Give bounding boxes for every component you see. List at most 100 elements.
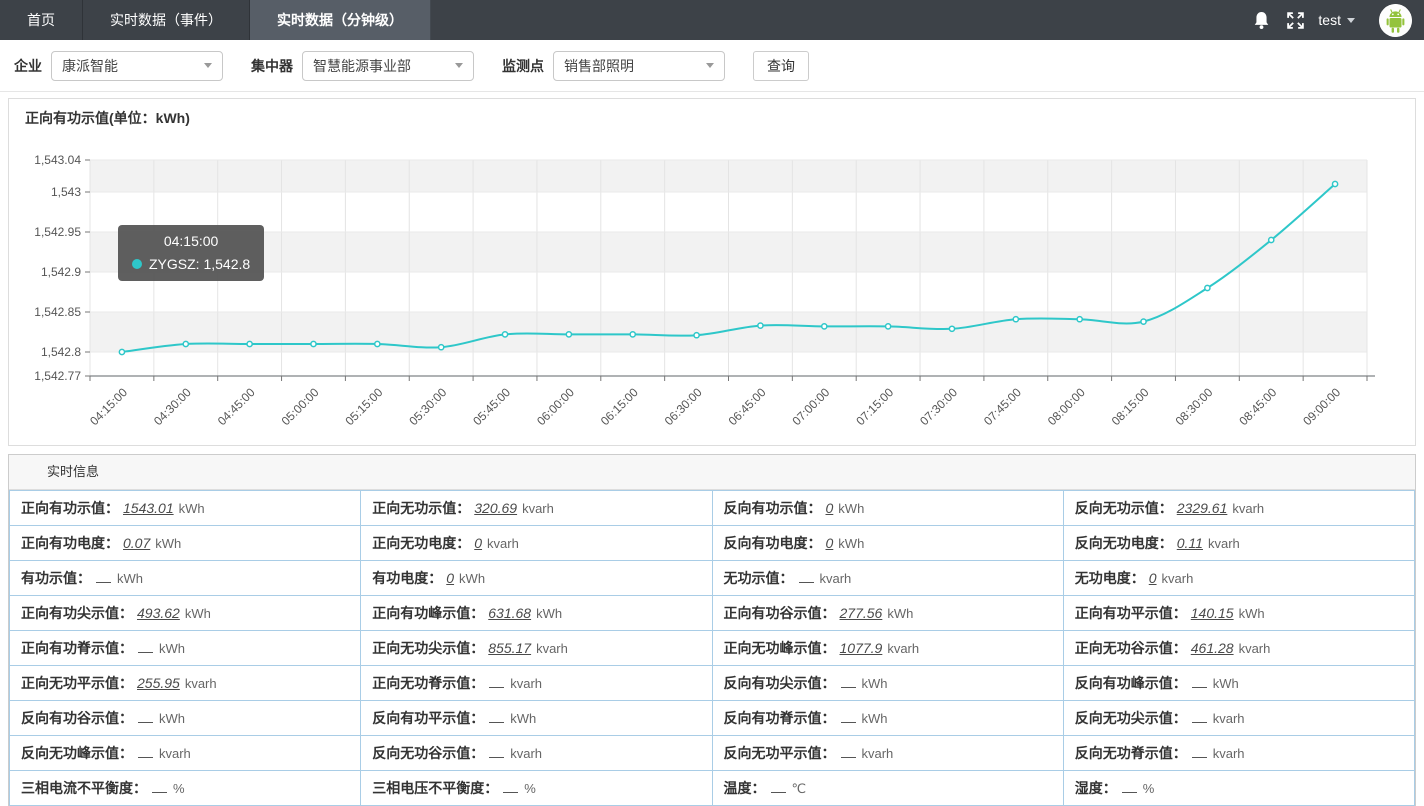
- cell-label: 正向有功示值：: [21, 500, 119, 516]
- data-point[interactable]: [1013, 317, 1018, 322]
- data-point[interactable]: [886, 324, 891, 329]
- data-point[interactable]: [630, 332, 635, 337]
- empty-value: [503, 783, 518, 793]
- cell-unit: kWh: [1213, 676, 1239, 691]
- data-point[interactable]: [758, 323, 763, 328]
- cell-value[interactable]: 0: [474, 535, 482, 551]
- info-cell: 无功电度：0kvarh: [1063, 561, 1414, 596]
- cell-value[interactable]: 0.11: [1177, 535, 1203, 551]
- data-point[interactable]: [311, 341, 316, 346]
- cell-unit: kWh: [159, 641, 185, 656]
- data-point[interactable]: [247, 341, 252, 346]
- data-point[interactable]: [1077, 317, 1082, 322]
- cell-value[interactable]: 0: [1149, 570, 1157, 586]
- info-cell: 反向无功电度：0.11kvarh: [1063, 526, 1414, 561]
- cell-label: 正向有功谷示值：: [724, 605, 836, 621]
- user-menu[interactable]: test: [1318, 12, 1355, 28]
- table-row: 反向无功峰示值：kvarh反向无功谷示值：kvarh反向无功平示值：kvarh反…: [10, 736, 1415, 771]
- data-point[interactable]: [1141, 319, 1146, 324]
- cell-value[interactable]: 631.68: [488, 605, 531, 621]
- notifications-button[interactable]: [1244, 0, 1278, 40]
- caret-down-icon: [204, 63, 212, 68]
- info-cell: 反向有功电度：0kWh: [712, 526, 1063, 561]
- data-point[interactable]: [566, 332, 571, 337]
- empty-value: [799, 573, 814, 583]
- x-axis-label: 06:30:00: [662, 385, 705, 428]
- cell-unit: kWh: [536, 606, 562, 621]
- cell-unit: %: [173, 781, 185, 796]
- cell-unit: kvarh: [1162, 571, 1194, 586]
- data-point[interactable]: [1205, 285, 1210, 290]
- info-cell: 正向有功示值：1543.01 kWh: [10, 491, 361, 526]
- y-axis-label: 1,542.9: [41, 265, 81, 279]
- filter-select-1[interactable]: 智慧能源事业部: [302, 51, 474, 81]
- nav-tab-0[interactable]: 首页: [0, 0, 83, 40]
- nav-tab-1[interactable]: 实时数据（事件）: [83, 0, 250, 40]
- table-row: 正向有功示值：1543.01 kWh 正向无功示值：320.69kvarh 反向有功示…: [10, 491, 1415, 526]
- data-point[interactable]: [439, 345, 444, 350]
- cell-value[interactable]: 855.17: [488, 640, 531, 656]
- cell-label: 反向无功峰示值：: [21, 745, 133, 761]
- info-cell: 正向无功峰示值：1077.9kvarh: [712, 631, 1063, 666]
- data-point[interactable]: [1269, 237, 1274, 242]
- cell-label: 反向有功谷示值：: [21, 710, 133, 726]
- filter-label-2: 监测点: [502, 56, 544, 76]
- avatar[interactable]: [1379, 4, 1412, 37]
- data-point[interactable]: [822, 324, 827, 329]
- data-point[interactable]: [119, 349, 124, 354]
- cell-value[interactable]: 320.69: [474, 500, 517, 516]
- info-cell: 湿度：%: [1063, 771, 1414, 806]
- cell-unit: kWh: [179, 501, 205, 516]
- cell-value[interactable]: 1543.01: [123, 500, 174, 516]
- table-row: 正向有功尖示值：493.62kWh正向有功峰示值：631.68kWh正向有功谷示…: [10, 596, 1415, 631]
- table-row: 正向有功脊示值：kWh正向无功尖示值：855.17kvarh正向无功峰示值：10…: [10, 631, 1415, 666]
- filter-select-0[interactable]: 康派智能: [51, 51, 223, 81]
- cell-unit: kWh: [862, 711, 888, 726]
- filter-bar: 企业康派智能集中器智慧能源事业部监测点销售部照明 查询: [0, 40, 1424, 92]
- info-cell: 反向无功尖示值：kvarh: [1063, 701, 1414, 736]
- data-point[interactable]: [183, 341, 188, 346]
- chart-panel: 正向有功示值(单位：kWh) 1,542.771,542.81,542.851,…: [8, 98, 1416, 446]
- cell-value[interactable]: 461.28: [1191, 640, 1234, 656]
- cell-label: 正向无功平示值：: [21, 675, 133, 691]
- filter-label-0: 企业: [14, 56, 42, 76]
- data-point[interactable]: [949, 326, 954, 331]
- cell-value[interactable]: 493.62: [137, 605, 180, 621]
- cell-value[interactable]: 0: [826, 535, 834, 551]
- cell-unit: kWh: [185, 606, 211, 621]
- info-cell: 正向无功电度：0kvarh: [361, 526, 712, 561]
- x-axis-label: 06:45:00: [726, 385, 769, 428]
- x-axis-label: 09:00:00: [1300, 385, 1343, 428]
- nav-tab-2[interactable]: 实时数据（分钟级）: [250, 0, 431, 40]
- data-point[interactable]: [1332, 181, 1337, 186]
- x-axis-label: 07:45:00: [981, 385, 1024, 428]
- cell-unit: kWh: [838, 501, 864, 516]
- cell-label: 湿度：: [1075, 780, 1117, 796]
- cell-value[interactable]: 0.07: [123, 535, 150, 551]
- data-point[interactable]: [502, 332, 507, 337]
- cell-label: 反向有功电度：: [724, 535, 822, 551]
- data-point[interactable]: [375, 341, 380, 346]
- realtime-info-panel: 实时信息 正向有功示值：1543.01kWh正向无功示值：320.69kvarh…: [8, 454, 1416, 806]
- cell-unit: kvarh: [820, 571, 852, 586]
- cell-value[interactable]: 255.95: [137, 675, 180, 691]
- cell-unit: kvarh: [1239, 641, 1271, 656]
- cell-value[interactable]: 2329.61: [1177, 500, 1228, 516]
- info-cell: 正向无功示值：320.69kvarh: [361, 491, 712, 526]
- cell-value[interactable]: 277.56: [840, 605, 883, 621]
- realtime-info-table: 正向有功示值：1543.01 kWh 正向无功示值：320.69kvarh 反向有功示…: [9, 490, 1415, 806]
- cell-unit: kvarh: [862, 746, 894, 761]
- cell-value[interactable]: 0: [826, 500, 834, 516]
- cell-value[interactable]: 0: [446, 570, 454, 586]
- y-axis-label: 1,543.04: [34, 153, 81, 167]
- x-axis-label: 06:00:00: [534, 385, 577, 428]
- data-point[interactable]: [694, 333, 699, 338]
- info-cell: 正向无功脊示值：kvarh: [361, 666, 712, 701]
- query-button[interactable]: 查询: [753, 51, 809, 81]
- filter-select-2[interactable]: 销售部照明: [553, 51, 725, 81]
- cell-value[interactable]: 140.15: [1191, 605, 1234, 621]
- cell-value[interactable]: 1077.9: [840, 640, 883, 656]
- y-axis-label: 1,542.85: [34, 305, 81, 319]
- fullscreen-button[interactable]: [1278, 0, 1312, 40]
- cell-label: 反向有功示值：: [724, 500, 822, 516]
